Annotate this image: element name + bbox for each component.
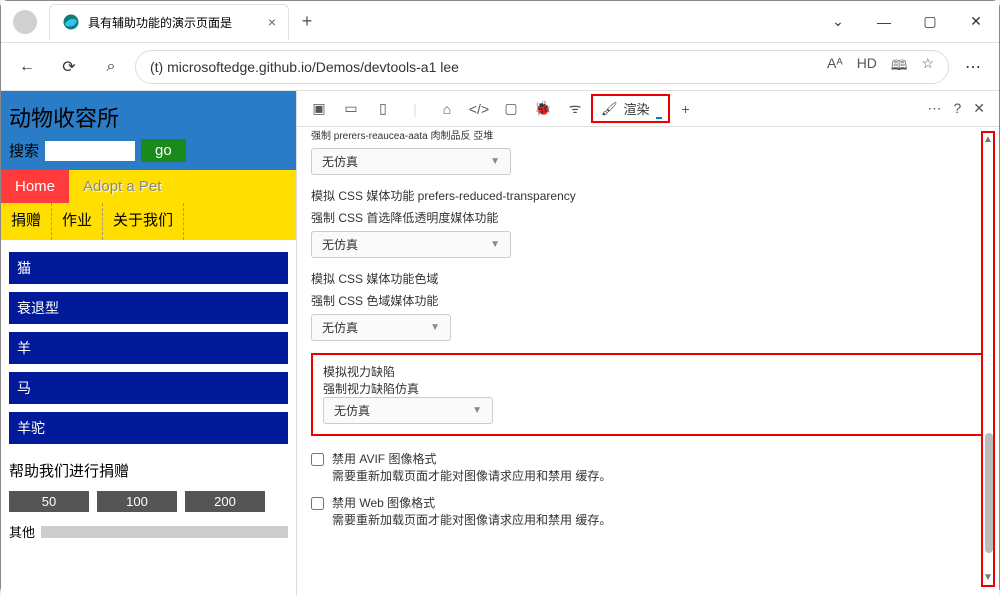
scroll-down-icon[interactable]: ▼ — [983, 571, 993, 585]
browser-toolbar: ← ⟳ ⌕ (t) microsoftedge.github.io/Demos/… — [1, 43, 999, 91]
scroll-thumb[interactable] — [985, 433, 993, 553]
section-sublabel: 强制 prerers-reaucea-aata 肉制品反 亞堆 — [311, 129, 985, 144]
address-actions: Aᴬ HD 🕮 ☆ — [817, 55, 934, 79]
list-item[interactable]: 衰退型 — [9, 292, 288, 324]
page-preview: 动物收容所 搜索 go Home Adopt a Pet 捐赠 作业 关于我们 … — [1, 91, 296, 596]
checkbox-label: 禁用 AVIF 图像格式 — [332, 450, 611, 467]
list-item[interactable]: 猫 — [9, 252, 288, 284]
vision-deficiency-section: 模拟视力缺陷 强制视力缺陷仿真 无仿真▼ — [311, 353, 985, 436]
dropdown-transparency[interactable]: 无仿真▼ — [311, 231, 511, 258]
devtools-tabs: ▣ ▭ ▯ | ⌂ </> ▢ 🐞 ᯤ 🖌 渲染 + ⋯ ? ✕ — [297, 91, 999, 127]
checkbox-sublabel: 需要重新加载页面才能对图像请求应用和禁用 缓存。 — [332, 511, 611, 528]
go-button[interactable]: go — [141, 139, 186, 162]
tab-title: 具有辅助功能的演示页面是 — [88, 14, 232, 31]
url-text: (t) microsoftedge.github.io/Demos/devtoo… — [150, 59, 459, 75]
chevron-down-icon: ▼ — [472, 405, 482, 416]
address-bar[interactable]: (t) microsoftedge.github.io/Demos/devtoo… — [135, 50, 949, 84]
text-size-icon[interactable]: Aᴬ — [827, 55, 843, 79]
nav-home[interactable]: Home — [1, 170, 69, 203]
checkbox-disable-avif[interactable] — [311, 453, 324, 466]
section-sublabel: 强制 CSS 首选降低透明度媒体功能 — [311, 209, 985, 227]
other-label: 其他 — [9, 522, 35, 541]
nav-donate[interactable]: 捐赠 — [1, 203, 52, 240]
inspect-icon[interactable]: ▣ — [303, 100, 335, 117]
section-sublabel: 强制视力缺陷仿真 — [323, 380, 973, 397]
dropdown-gamut[interactable]: 无仿真▼ — [311, 314, 451, 341]
scrollbar[interactable]: ▲ ▼ — [981, 131, 995, 587]
caret-down-icon[interactable]: ⌄ — [815, 1, 861, 43]
phone-icon[interactable]: ▯ — [367, 100, 399, 117]
other-bar — [41, 526, 288, 538]
list-item[interactable]: 羊驼 — [9, 412, 288, 444]
nav-adopt[interactable]: Adopt a Pet — [69, 170, 175, 203]
rendering-label: 渲染 — [624, 99, 650, 118]
donate-50[interactable]: 50 — [9, 491, 89, 512]
checkbox-label: 禁用 Web 图像格式 — [332, 494, 611, 511]
favorite-icon[interactable]: ☆ — [921, 55, 934, 79]
animal-list: 猫 衰退型 羊 马 羊驼 — [1, 240, 296, 444]
window-controls: ⌄ — ▢ ✕ — [815, 1, 999, 43]
checkbox-disable-webp[interactable] — [311, 497, 324, 510]
add-tab-button[interactable]: + — [670, 101, 702, 117]
new-tab-button[interactable]: + — [289, 11, 325, 32]
tab-rendering[interactable]: 🖌 渲染 — [591, 94, 670, 123]
maximize-button[interactable]: ▢ — [907, 1, 953, 43]
search-icon[interactable]: ⌕ — [93, 49, 129, 85]
brush-icon: 🖌 — [601, 101, 618, 117]
section-label: 模拟 CSS 媒体功能 prefers-reduced-transparency — [311, 187, 985, 205]
devtools-body: 强制 prerers-reaucea-aata 肉制品反 亞堆 无仿真▼ 模拟 … — [297, 127, 999, 596]
devtools-help-icon[interactable]: ? — [953, 100, 961, 117]
minimize-button[interactable]: — — [861, 1, 907, 43]
devtools-more-icon[interactable]: ⋯ — [927, 100, 941, 117]
reader-icon[interactable]: 🕮 — [891, 55, 908, 79]
dropdown-reduced-data[interactable]: 无仿真▼ — [311, 148, 511, 175]
sources-icon[interactable]: 🐞 — [527, 100, 559, 117]
donate-title: 帮助我们进行捐赠 — [9, 460, 288, 481]
nav-row-2: 捐赠 作业 关于我们 — [1, 203, 296, 240]
title-bar: 具有辅助功能的演示页面是 × + ⌄ — ▢ ✕ — [1, 1, 999, 43]
dropdown-vision-deficiency[interactable]: 无仿真▼ — [323, 397, 493, 424]
profile-avatar[interactable] — [13, 10, 37, 34]
nav-jobs[interactable]: 作业 — [52, 203, 103, 240]
device-icon[interactable]: ▭ — [335, 100, 367, 117]
elements-icon[interactable]: </> — [463, 101, 495, 117]
section-label: 模拟视力缺陷 — [323, 363, 973, 380]
donate-100[interactable]: 100 — [97, 491, 177, 512]
tab-close-icon[interactable]: × — [268, 14, 276, 30]
scroll-up-icon[interactable]: ▲ — [983, 133, 993, 147]
devtools-panel: ▣ ▭ ▯ | ⌂ </> ▢ 🐞 ᯤ 🖌 渲染 + ⋯ ? ✕ 强制 prer… — [296, 91, 999, 596]
console-icon[interactable]: ▢ — [495, 100, 527, 117]
hd-icon[interactable]: HD — [857, 55, 877, 79]
chevron-down-icon: ▼ — [490, 239, 500, 250]
donate-200[interactable]: 200 — [185, 491, 265, 512]
edge-icon — [62, 13, 80, 31]
search-input[interactable] — [45, 141, 135, 161]
back-button[interactable]: ← — [9, 49, 45, 85]
network-icon[interactable]: ᯤ — [559, 99, 591, 118]
browser-tab[interactable]: 具有辅助功能的演示页面是 × — [49, 4, 289, 40]
divider: | — [399, 101, 431, 117]
list-item[interactable]: 羊 — [9, 332, 288, 364]
nav-row-1: Home Adopt a Pet — [1, 170, 296, 203]
list-item[interactable]: 马 — [9, 372, 288, 404]
devtools-close-icon[interactable]: ✕ — [973, 100, 985, 117]
section-sublabel: 强制 CSS 色域媒体功能 — [311, 292, 985, 310]
chevron-down-icon: ▼ — [430, 322, 440, 333]
more-button[interactable]: ⋯ — [955, 49, 991, 85]
page-title: 动物收容所 — [9, 101, 288, 133]
search-label: 搜索 — [9, 140, 39, 161]
checkbox-sublabel: 需要重新加载页面才能对图像请求应用和禁用 缓存。 — [332, 467, 611, 484]
nav-about[interactable]: 关于我们 — [103, 203, 184, 240]
refresh-button[interactable]: ⟳ — [51, 49, 87, 85]
close-window-button[interactable]: ✕ — [953, 1, 999, 43]
chevron-down-icon: ▼ — [490, 156, 500, 167]
section-label: 模拟 CSS 媒体功能色域 — [311, 270, 985, 288]
welcome-icon[interactable]: ⌂ — [431, 101, 463, 117]
